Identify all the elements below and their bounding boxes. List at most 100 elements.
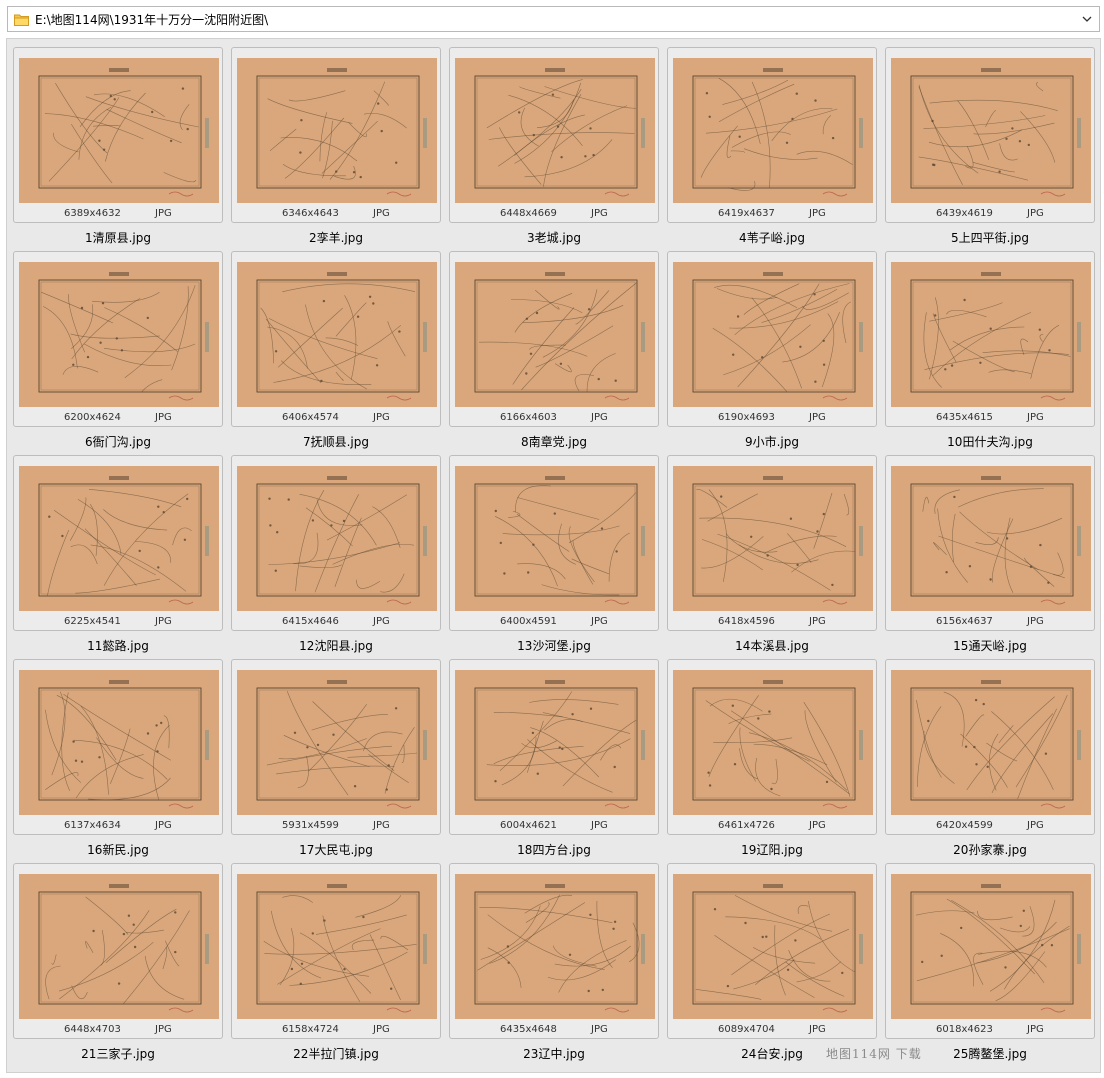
map-thumbnail — [19, 262, 219, 407]
thumbnail-frame[interactable]: 6420x4599 JPG — [885, 659, 1095, 835]
file-item[interactable]: 6439x4619 JPG 5上四平街.jpg — [885, 47, 1103, 251]
file-dimensions: 6158x4724 — [282, 1024, 339, 1035]
file-name[interactable]: 14本溪县.jpg — [667, 637, 877, 654]
file-name[interactable]: 21三家子.jpg — [13, 1045, 223, 1062]
file-item[interactable]: 6089x4704 JPG 24台安.jpg — [667, 863, 885, 1067]
file-name[interactable]: 11懿路.jpg — [13, 637, 223, 654]
map-thumbnail — [455, 262, 655, 407]
file-item[interactable]: 6420x4599 JPG 20孙家寨.jpg — [885, 659, 1103, 863]
thumbnail-frame[interactable]: 6435x4648 JPG — [449, 863, 659, 1039]
map-thumbnail — [237, 670, 437, 815]
file-name[interactable]: 20孙家寨.jpg — [885, 841, 1095, 858]
file-view-pane[interactable]: 6389x4632 JPG 1清原县.jpg 6346x4643 JPG 2孪羊… — [6, 38, 1101, 1073]
file-meta: 6137x4634 JPG — [14, 818, 224, 834]
file-type: JPG — [373, 616, 390, 627]
file-item[interactable]: 6190x4693 JPG 9小市.jpg — [667, 251, 885, 455]
file-item[interactable]: 6200x4624 JPG 6衙门沟.jpg — [13, 251, 231, 455]
file-item[interactable]: 6419x4637 JPG 4苇子峪.jpg — [667, 47, 885, 251]
file-dimensions: 6419x4637 — [718, 208, 775, 219]
file-dimensions: 6435x4648 — [500, 1024, 557, 1035]
thumbnail-frame[interactable]: 6200x4624 JPG — [13, 251, 223, 427]
thumbnail-frame[interactable]: 6158x4724 JPG — [231, 863, 441, 1039]
thumbnail-frame[interactable]: 6346x4643 JPG — [231, 47, 441, 223]
file-name[interactable]: 7抚顺县.jpg — [231, 433, 441, 450]
file-name[interactable]: 1清原县.jpg — [13, 229, 223, 246]
file-type: JPG — [809, 208, 826, 219]
file-name[interactable]: 23辽中.jpg — [449, 1045, 659, 1062]
map-thumbnail — [891, 670, 1091, 815]
file-type: JPG — [1027, 208, 1044, 219]
address-bar[interactable]: E:\地图114网\1931年十万分一沈阳附近图\ — [7, 6, 1100, 32]
thumbnail-frame[interactable]: 6004x4621 JPG — [449, 659, 659, 835]
thumbnail-frame[interactable]: 6166x4603 JPG — [449, 251, 659, 427]
file-item[interactable]: 6448x4703 JPG 21三家子.jpg — [13, 863, 231, 1067]
thumbnail-frame[interactable]: 6448x4669 JPG — [449, 47, 659, 223]
thumbnail-frame[interactable]: 6389x4632 JPG — [13, 47, 223, 223]
address-dropdown-button[interactable] — [1077, 9, 1097, 29]
folder-icon — [14, 14, 29, 26]
file-item[interactable]: 6225x4541 JPG 11懿路.jpg — [13, 455, 231, 659]
file-name[interactable]: 13沙河堡.jpg — [449, 637, 659, 654]
thumbnail-frame[interactable]: 6461x4726 JPG — [667, 659, 877, 835]
file-name[interactable]: 22半拉门镇.jpg — [231, 1045, 441, 1062]
file-item[interactable]: 6461x4726 JPG 19辽阳.jpg — [667, 659, 885, 863]
thumbnail-frame[interactable]: 6225x4541 JPG — [13, 455, 223, 631]
thumbnail-frame[interactable]: 6137x4634 JPG — [13, 659, 223, 835]
file-dimensions: 6400x4591 — [500, 616, 557, 627]
thumbnail-frame[interactable]: 6419x4637 JPG — [667, 47, 877, 223]
file-name[interactable]: 4苇子峪.jpg — [667, 229, 877, 246]
file-name[interactable]: 8南章党.jpg — [449, 433, 659, 450]
map-thumbnail — [891, 466, 1091, 611]
thumbnail-frame[interactable]: 6448x4703 JPG — [13, 863, 223, 1039]
file-dimensions: 6389x4632 — [64, 208, 121, 219]
file-item[interactable]: 6406x4574 JPG 7抚顺县.jpg — [231, 251, 449, 455]
file-type: JPG — [591, 412, 608, 423]
file-name[interactable]: 18四方台.jpg — [449, 841, 659, 858]
file-item[interactable]: 6158x4724 JPG 22半拉门镇.jpg — [231, 863, 449, 1067]
map-thumbnail — [891, 874, 1091, 1019]
file-name[interactable]: 17大民屯.jpg — [231, 841, 441, 858]
file-item[interactable]: 6400x4591 JPG 13沙河堡.jpg — [449, 455, 667, 659]
map-thumbnail — [673, 874, 873, 1019]
file-name[interactable]: 15通天峪.jpg — [885, 637, 1095, 654]
thumbnail-frame[interactable]: 6190x4693 JPG — [667, 251, 877, 427]
file-name[interactable]: 16新民.jpg — [13, 841, 223, 858]
thumbnail-frame[interactable]: 6435x4615 JPG — [885, 251, 1095, 427]
file-meta: 6415x4646 JPG — [232, 614, 442, 630]
file-item[interactable]: 6415x4646 JPG 12沈阳县.jpg — [231, 455, 449, 659]
file-item[interactable]: 6004x4621 JPG 18四方台.jpg — [449, 659, 667, 863]
file-item[interactable]: 6435x4648 JPG 23辽中.jpg — [449, 863, 667, 1067]
file-item[interactable]: 6156x4637 JPG 15通天峪.jpg — [885, 455, 1103, 659]
file-name[interactable]: 9小市.jpg — [667, 433, 877, 450]
file-item[interactable]: 6137x4634 JPG 16新民.jpg — [13, 659, 231, 863]
file-name[interactable]: 5上四平街.jpg — [885, 229, 1095, 246]
thumbnail-frame[interactable]: 6418x4596 JPG — [667, 455, 877, 631]
thumbnail-frame[interactable]: 6439x4619 JPG — [885, 47, 1095, 223]
file-item[interactable]: 6166x4603 JPG 8南章党.jpg — [449, 251, 667, 455]
file-meta: 6018x4623 JPG — [886, 1022, 1096, 1038]
file-name[interactable]: 2孪羊.jpg — [231, 229, 441, 246]
file-dimensions: 5931x4599 — [282, 820, 339, 831]
thumbnail-frame[interactable]: 6156x4637 JPG — [885, 455, 1095, 631]
file-name[interactable]: 12沈阳县.jpg — [231, 637, 441, 654]
thumbnail-frame[interactable]: 6400x4591 JPG — [449, 455, 659, 631]
file-item[interactable]: 6018x4623 JPG 25腾鳌堡.jpg — [885, 863, 1103, 1067]
file-item[interactable]: 5931x4599 JPG 17大民屯.jpg — [231, 659, 449, 863]
file-name[interactable]: 3老城.jpg — [449, 229, 659, 246]
thumbnail-frame[interactable]: 6406x4574 JPG — [231, 251, 441, 427]
file-item[interactable]: 6448x4669 JPG 3老城.jpg — [449, 47, 667, 251]
thumbnail-frame[interactable]: 5931x4599 JPG — [231, 659, 441, 835]
file-item[interactable]: 6418x4596 JPG 14本溪县.jpg — [667, 455, 885, 659]
file-item[interactable]: 6346x4643 JPG 2孪羊.jpg — [231, 47, 449, 251]
file-item[interactable]: 6435x4615 JPG 10田什夫沟.jpg — [885, 251, 1103, 455]
thumbnail-frame[interactable]: 6018x4623 JPG — [885, 863, 1095, 1039]
file-name[interactable]: 19辽阳.jpg — [667, 841, 877, 858]
file-name[interactable]: 10田什夫沟.jpg — [885, 433, 1095, 450]
file-dimensions: 6346x4643 — [282, 208, 339, 219]
file-item[interactable]: 6389x4632 JPG 1清原县.jpg — [13, 47, 231, 251]
thumbnail-frame[interactable]: 6415x4646 JPG — [231, 455, 441, 631]
map-thumbnail — [455, 874, 655, 1019]
thumbnail-frame[interactable]: 6089x4704 JPG — [667, 863, 877, 1039]
file-name[interactable]: 6衙门沟.jpg — [13, 433, 223, 450]
map-thumbnail — [237, 262, 437, 407]
